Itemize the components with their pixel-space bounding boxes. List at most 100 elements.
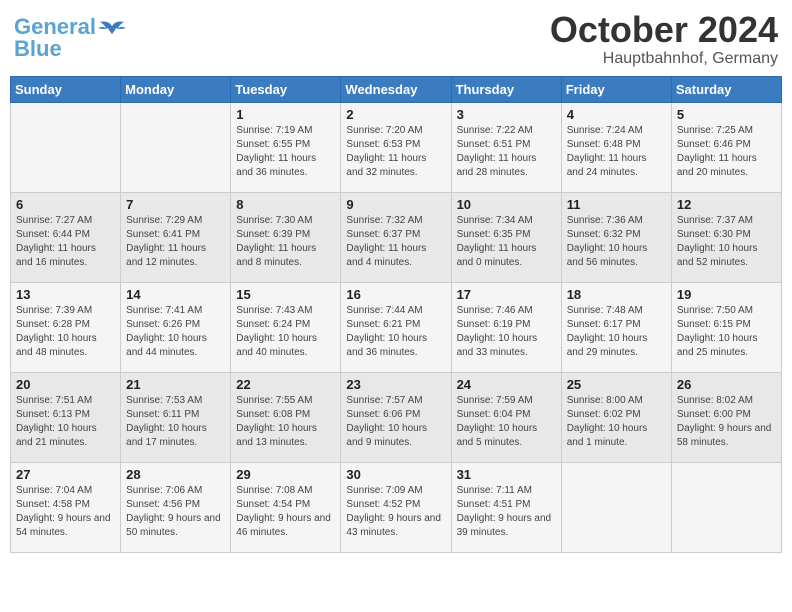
day-of-week-header: Thursday — [451, 76, 561, 102]
calendar-day-cell: 7 Sunrise: 7:29 AMSunset: 6:41 PMDaylight… — [121, 192, 231, 282]
day-number: 8 — [236, 197, 335, 212]
calendar-body: 1 Sunrise: 7:19 AMSunset: 6:55 PMDaylight… — [11, 102, 782, 552]
day-info: Sunrise: 7:59 AMSunset: 6:04 PMDaylight:… — [457, 394, 556, 450]
day-number: 7 — [126, 197, 225, 212]
calendar-day-cell: 10 Sunrise: 7:34 AMSunset: 6:35 PMDayligh… — [451, 192, 561, 282]
day-info: Sunrise: 7:24 AMSunset: 6:48 PMDaylight:… — [567, 124, 666, 180]
calendar-day-cell: 27 Sunrise: 7:04 AMSunset: 4:58 PMDayligh… — [11, 462, 121, 552]
day-of-week-header: Tuesday — [231, 76, 341, 102]
day-number: 31 — [457, 467, 556, 482]
calendar-day-cell: 4 Sunrise: 7:24 AMSunset: 6:48 PMDaylight… — [561, 102, 671, 192]
day-info: Sunrise: 7:34 AMSunset: 6:35 PMDaylight:… — [457, 214, 556, 270]
day-info: Sunrise: 7:27 AMSunset: 6:44 PMDaylight:… — [16, 214, 115, 270]
day-info: Sunrise: 7:44 AMSunset: 6:21 PMDaylight:… — [346, 304, 445, 360]
day-info: Sunrise: 7:08 AMSunset: 4:54 PMDaylight:… — [236, 484, 335, 540]
day-number: 20 — [16, 377, 115, 392]
day-info: Sunrise: 7:25 AMSunset: 6:46 PMDaylight:… — [677, 124, 776, 180]
calendar-day-cell — [121, 102, 231, 192]
day-info: Sunrise: 7:46 AMSunset: 6:19 PMDaylight:… — [457, 304, 556, 360]
calendar-day-cell: 8 Sunrise: 7:30 AMSunset: 6:39 PMDaylight… — [231, 192, 341, 282]
day-of-week-header: Friday — [561, 76, 671, 102]
calendar-day-cell — [11, 102, 121, 192]
day-number: 1 — [236, 107, 335, 122]
title-area: October 2024 Hauptbahnhof, Germany — [550, 10, 778, 68]
day-of-week-header: Monday — [121, 76, 231, 102]
logo-bird-icon — [98, 18, 126, 40]
day-number: 6 — [16, 197, 115, 212]
day-info: Sunrise: 7:20 AMSunset: 6:53 PMDaylight:… — [346, 124, 445, 180]
day-number: 30 — [346, 467, 445, 482]
day-info: Sunrise: 7:57 AMSunset: 6:06 PMDaylight:… — [346, 394, 445, 450]
day-number: 22 — [236, 377, 335, 392]
day-info: Sunrise: 7:22 AMSunset: 6:51 PMDaylight:… — [457, 124, 556, 180]
day-number: 27 — [16, 467, 115, 482]
day-info: Sunrise: 7:37 AMSunset: 6:30 PMDaylight:… — [677, 214, 776, 270]
day-info: Sunrise: 8:00 AMSunset: 6:02 PMDaylight:… — [567, 394, 666, 450]
day-number: 13 — [16, 287, 115, 302]
calendar-day-cell: 3 Sunrise: 7:22 AMSunset: 6:51 PMDaylight… — [451, 102, 561, 192]
day-number: 4 — [567, 107, 666, 122]
calendar-day-cell: 30 Sunrise: 7:09 AMSunset: 4:52 PMDayligh… — [341, 462, 451, 552]
day-of-week-header: Sunday — [11, 76, 121, 102]
day-info: Sunrise: 7:51 AMSunset: 6:13 PMDaylight:… — [16, 394, 115, 450]
calendar-day-cell: 24 Sunrise: 7:59 AMSunset: 6:04 PMDayligh… — [451, 372, 561, 462]
calendar-header-row: SundayMondayTuesdayWednesdayThursdayFrid… — [11, 76, 782, 102]
calendar-week-row: 13 Sunrise: 7:39 AMSunset: 6:28 PMDayligh… — [11, 282, 782, 372]
day-info: Sunrise: 7:43 AMSunset: 6:24 PMDaylight:… — [236, 304, 335, 360]
day-of-week-header: Wednesday — [341, 76, 451, 102]
day-info: Sunrise: 7:11 AMSunset: 4:51 PMDaylight:… — [457, 484, 556, 540]
day-number: 23 — [346, 377, 445, 392]
calendar-week-row: 1 Sunrise: 7:19 AMSunset: 6:55 PMDaylight… — [11, 102, 782, 192]
day-number: 11 — [567, 197, 666, 212]
calendar-day-cell: 17 Sunrise: 7:46 AMSunset: 6:19 PMDayligh… — [451, 282, 561, 372]
month-title: October 2024 — [550, 10, 778, 50]
calendar-day-cell: 2 Sunrise: 7:20 AMSunset: 6:53 PMDaylight… — [341, 102, 451, 192]
day-number: 24 — [457, 377, 556, 392]
day-number: 2 — [346, 107, 445, 122]
calendar-day-cell: 1 Sunrise: 7:19 AMSunset: 6:55 PMDaylight… — [231, 102, 341, 192]
day-info: Sunrise: 7:41 AMSunset: 6:26 PMDaylight:… — [126, 304, 225, 360]
day-number: 10 — [457, 197, 556, 212]
day-info: Sunrise: 7:19 AMSunset: 6:55 PMDaylight:… — [236, 124, 335, 180]
day-info: Sunrise: 7:29 AMSunset: 6:41 PMDaylight:… — [126, 214, 225, 270]
day-info: Sunrise: 7:53 AMSunset: 6:11 PMDaylight:… — [126, 394, 225, 450]
day-number: 16 — [346, 287, 445, 302]
calendar-day-cell: 13 Sunrise: 7:39 AMSunset: 6:28 PMDayligh… — [11, 282, 121, 372]
location: Hauptbahnhof, Germany — [550, 50, 778, 68]
calendar-day-cell: 19Sunrise: 7:50 AMSunset: 6:15 PMDayligh… — [671, 282, 781, 372]
calendar-day-cell: 20 Sunrise: 7:51 AMSunset: 6:13 PMDayligh… — [11, 372, 121, 462]
calendar-day-cell: 25Sunrise: 8:00 AMSunset: 6:02 PMDayligh… — [561, 372, 671, 462]
calendar-day-cell: 22Sunrise: 7:55 AMSunset: 6:08 PMDayligh… — [231, 372, 341, 462]
calendar-day-cell: 15Sunrise: 7:43 AMSunset: 6:24 PMDayligh… — [231, 282, 341, 372]
calendar-day-cell: 18 Sunrise: 7:48 AMSunset: 6:17 PMDayligh… — [561, 282, 671, 372]
calendar-day-cell: 28Sunrise: 7:06 AMSunset: 4:56 PMDayligh… — [121, 462, 231, 552]
day-info: Sunrise: 7:04 AMSunset: 4:58 PMDaylight:… — [16, 484, 115, 540]
calendar-week-row: 27 Sunrise: 7:04 AMSunset: 4:58 PMDayligh… — [11, 462, 782, 552]
calendar-day-cell — [561, 462, 671, 552]
day-number: 18 — [567, 287, 666, 302]
calendar-day-cell: 9 Sunrise: 7:32 AMSunset: 6:37 PMDaylight… — [341, 192, 451, 282]
day-number: 9 — [346, 197, 445, 212]
calendar-day-cell: 31 Sunrise: 7:11 AMSunset: 4:51 PMDayligh… — [451, 462, 561, 552]
calendar-day-cell: 11Sunrise: 7:36 AMSunset: 6:32 PMDayligh… — [561, 192, 671, 282]
day-info: Sunrise: 7:39 AMSunset: 6:28 PMDaylight:… — [16, 304, 115, 360]
page-header: GeneralBlue October 2024 Hauptbahnhof, G… — [10, 10, 782, 68]
day-info: Sunrise: 7:32 AMSunset: 6:37 PMDaylight:… — [346, 214, 445, 270]
day-number: 21 — [126, 377, 225, 392]
day-number: 3 — [457, 107, 556, 122]
day-info: Sunrise: 7:30 AMSunset: 6:39 PMDaylight:… — [236, 214, 335, 270]
calendar-table: SundayMondayTuesdayWednesdayThursdayFrid… — [10, 76, 782, 553]
day-of-week-header: Saturday — [671, 76, 781, 102]
logo-text: GeneralBlue — [14, 16, 96, 60]
calendar-day-cell: 12Sunrise: 7:37 AMSunset: 6:30 PMDayligh… — [671, 192, 781, 282]
day-info: Sunrise: 7:48 AMSunset: 6:17 PMDaylight:… — [567, 304, 666, 360]
day-info: Sunrise: 7:09 AMSunset: 4:52 PMDaylight:… — [346, 484, 445, 540]
calendar-day-cell: 16 Sunrise: 7:44 AMSunset: 6:21 PMDayligh… — [341, 282, 451, 372]
calendar-day-cell: 14Sunrise: 7:41 AMSunset: 6:26 PMDayligh… — [121, 282, 231, 372]
calendar-day-cell: 26Sunrise: 8:02 AMSunset: 6:00 PMDayligh… — [671, 372, 781, 462]
calendar-day-cell: 23 Sunrise: 7:57 AMSunset: 6:06 PMDayligh… — [341, 372, 451, 462]
day-info: Sunrise: 8:02 AMSunset: 6:00 PMDaylight:… — [677, 394, 776, 450]
day-number: 17 — [457, 287, 556, 302]
calendar-week-row: 6 Sunrise: 7:27 AMSunset: 6:44 PMDaylight… — [11, 192, 782, 282]
calendar-week-row: 20 Sunrise: 7:51 AMSunset: 6:13 PMDayligh… — [11, 372, 782, 462]
